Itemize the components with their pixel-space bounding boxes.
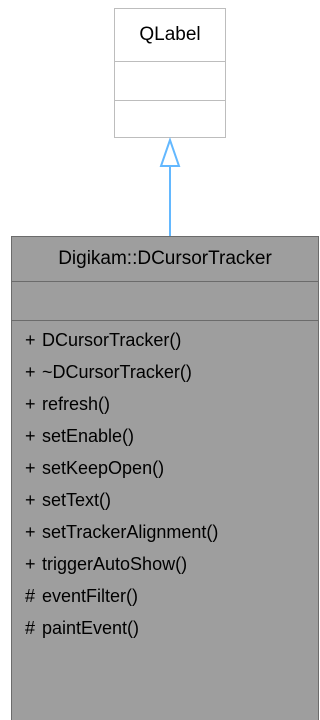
member-row: + setKeepOpen()	[12, 458, 318, 490]
member-row: # paintEvent()	[12, 618, 318, 650]
member-signature: triggerAutoShow()	[42, 554, 188, 574]
class-inheritance-diagram: QLabel Digikam::DCursorTracker + DCursor…	[0, 0, 320, 720]
visibility-marker: #	[25, 618, 36, 638]
member-signature: refresh()	[42, 394, 111, 414]
visibility-marker: #	[25, 586, 36, 606]
visibility-marker: +	[25, 362, 36, 382]
member-signature: eventFilter()	[42, 586, 139, 606]
visibility-marker: +	[25, 458, 36, 478]
member-signature: setEnable()	[42, 426, 135, 446]
member-signature: setKeepOpen()	[42, 458, 165, 478]
derived-class-attributes-section	[12, 282, 318, 321]
member-row: + ~DCursorTracker()	[12, 362, 318, 394]
visibility-marker: +	[25, 522, 36, 542]
member-signature: ~DCursorTracker()	[42, 362, 192, 382]
member-signature: setText()	[42, 490, 112, 510]
member-row: + refresh()	[12, 394, 318, 426]
member-row: + setText()	[12, 490, 318, 522]
visibility-marker: +	[25, 554, 36, 574]
member-signature: setTrackerAlignment()	[42, 522, 219, 542]
derived-class-box[interactable]: Digikam::DCursorTracker + DCursorTracker…	[11, 236, 319, 720]
visibility-marker: +	[25, 330, 36, 350]
member-row: + DCursorTracker()	[12, 330, 318, 362]
member-row: + setTrackerAlignment()	[12, 522, 318, 554]
visibility-marker: +	[25, 426, 36, 446]
visibility-marker: +	[25, 490, 36, 510]
inheritance-arrow	[159, 136, 181, 236]
member-row: + setEnable()	[12, 426, 318, 458]
member-signature: DCursorTracker()	[42, 330, 182, 350]
member-signature: paintEvent()	[42, 618, 140, 638]
derived-class-name: Digikam::DCursorTracker	[12, 237, 318, 282]
visibility-marker: +	[25, 394, 36, 414]
member-row: # eventFilter()	[12, 586, 318, 618]
derived-class-operations-section: + DCursorTracker() + ~DCursorTracker() +…	[12, 321, 318, 650]
member-row: + triggerAutoShow()	[12, 554, 318, 586]
